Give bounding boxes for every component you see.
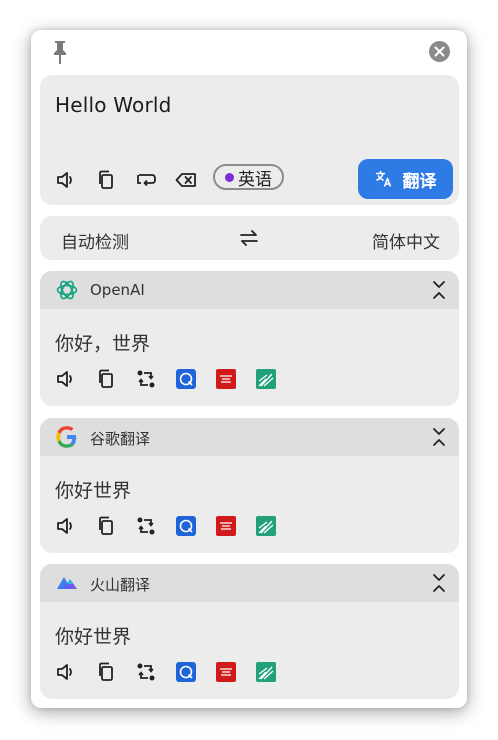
- bing-dictionary-icon[interactable]: [256, 369, 276, 389]
- translate-button[interactable]: 翻译: [358, 159, 453, 199]
- youdao-icon[interactable]: [216, 369, 236, 389]
- collapse-icon[interactable]: [432, 280, 446, 300]
- result-header[interactable]: 谷歌翻译: [40, 418, 459, 456]
- target-language-select[interactable]: 简体中文: [372, 228, 440, 253]
- source-text[interactable]: Hello World: [55, 93, 172, 117]
- close-icon[interactable]: [429, 41, 450, 62]
- back-translate-icon[interactable]: [136, 662, 156, 682]
- collapse-icon[interactable]: [432, 427, 446, 447]
- source-input-card[interactable]: Hello World 英语 翻译: [40, 75, 459, 205]
- copy-icon[interactable]: [96, 369, 116, 389]
- bing-dictionary-icon[interactable]: [256, 516, 276, 536]
- language-bar: 自动检测 简体中文: [40, 216, 459, 260]
- copy-icon[interactable]: [96, 516, 116, 536]
- translator-window: Hello World 英语 翻译 自动检测 简体中文 OpenAI 你好，世界…: [31, 30, 467, 708]
- copy-icon[interactable]: [95, 169, 117, 191]
- translate-icon: [375, 170, 391, 187]
- back-translate-icon[interactable]: [136, 369, 156, 389]
- translation-text[interactable]: 你好世界: [55, 622, 131, 649]
- detected-language-badge[interactable]: 英语: [213, 164, 284, 190]
- volcano-logo-icon: [57, 577, 77, 589]
- dictionary-app-icon[interactable]: [176, 662, 196, 682]
- result-card-google: 谷歌翻译 你好世界: [40, 418, 459, 553]
- service-name: OpenAI: [90, 281, 145, 299]
- collapse-icon[interactable]: [432, 573, 446, 593]
- result-header[interactable]: OpenAI: [40, 271, 459, 309]
- bing-dictionary-icon[interactable]: [256, 662, 276, 682]
- swap-languages-icon[interactable]: [238, 227, 260, 249]
- speaker-icon[interactable]: [56, 369, 76, 389]
- pin-icon[interactable]: [51, 39, 69, 65]
- translation-text[interactable]: 你好世界: [55, 476, 131, 503]
- detected-language-label: 英语: [238, 169, 272, 190]
- speaker-icon[interactable]: [55, 169, 77, 191]
- copy-icon[interactable]: [96, 662, 116, 682]
- youdao-icon[interactable]: [216, 662, 236, 682]
- back-translate-icon[interactable]: [136, 516, 156, 536]
- wrap-text-icon[interactable]: [135, 169, 157, 191]
- openai-logo-icon: [56, 280, 78, 300]
- clear-icon[interactable]: [175, 169, 197, 191]
- result-header[interactable]: 火山翻译: [40, 564, 459, 602]
- youdao-icon[interactable]: [216, 516, 236, 536]
- language-dot-icon: [225, 172, 234, 182]
- service-name: 谷歌翻译: [90, 430, 151, 448]
- translation-text[interactable]: 你好，世界: [55, 329, 150, 356]
- speaker-icon[interactable]: [56, 516, 76, 536]
- service-name: 火山翻译: [90, 576, 151, 594]
- speaker-icon[interactable]: [56, 662, 76, 682]
- result-card-volcano: 火山翻译 你好世界: [40, 564, 459, 699]
- title-bar[interactable]: [31, 30, 467, 74]
- result-card-openai: OpenAI 你好，世界: [40, 271, 459, 406]
- source-language-select[interactable]: 自动检测: [61, 228, 129, 253]
- google-logo-icon: [56, 426, 77, 448]
- dictionary-app-icon[interactable]: [176, 369, 196, 389]
- dictionary-app-icon[interactable]: [176, 516, 196, 536]
- translate-button-label: 翻译: [402, 171, 437, 192]
